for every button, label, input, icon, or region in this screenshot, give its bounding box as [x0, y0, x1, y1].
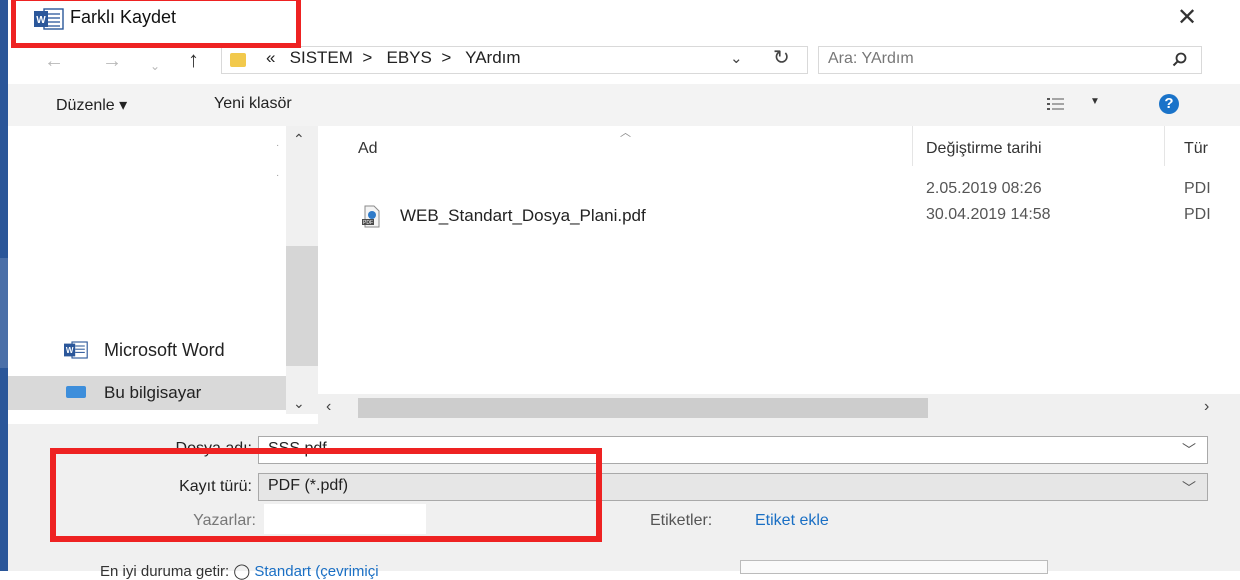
scrollbar-thumb[interactable] — [286, 246, 318, 366]
file-modified: 2.05.2019 08:26 — [926, 180, 1042, 197]
pdf-file-icon: PDF — [362, 205, 380, 228]
file-type: PDI — [1184, 180, 1211, 197]
arrow-right-icon[interactable]: → — [102, 49, 122, 73]
chevron-down-icon[interactable]: ﹀ — [1182, 440, 1196, 460]
chevron-up-icon[interactable]: ⌃ — [293, 131, 305, 148]
chevron-down-icon[interactable]: ▼ — [1090, 96, 1100, 107]
new-folder-button[interactable]: Yeni klasör — [214, 95, 292, 113]
svg-text:PDF: PDF — [363, 220, 373, 226]
optimize-label: En iyi duruma getir: — [100, 563, 230, 580]
annotation-highlight-form — [50, 448, 602, 542]
breadcrumb-overflow[interactable]: « — [266, 48, 275, 67]
folder-icon — [230, 53, 246, 67]
column-divider[interactable] — [912, 126, 913, 166]
chevron-down-icon[interactable]: ⌄ — [293, 395, 305, 412]
column-header-modified[interactable]: Değiştirme tarihi — [926, 140, 1042, 158]
navigation-pane — [8, 126, 286, 414]
chevron-right-icon[interactable]: › — [1204, 398, 1209, 416]
optimize-row: En iyi duruma getir: ◯ Standart (çevrimi… — [100, 562, 379, 580]
chevron-down-icon[interactable]: ⌄ — [150, 54, 160, 78]
word-icon: W — [64, 341, 88, 359]
window-left-edge — [0, 0, 8, 571]
scrollbar-thumb[interactable] — [358, 398, 928, 418]
column-header-type[interactable]: Tür — [1184, 140, 1208, 158]
radio-button[interactable]: ◯ — [233, 563, 250, 580]
computer-icon — [66, 386, 86, 398]
breadcrumb-item[interactable]: YArdım — [465, 48, 520, 67]
search-icon[interactable] — [1172, 52, 1188, 68]
breadcrumb-item[interactable]: EBYS — [387, 48, 432, 67]
arrow-up-icon[interactable]: ↑ — [188, 48, 199, 72]
chevron-left-icon[interactable]: ‹ — [326, 398, 331, 416]
breadcrumb-separator: > — [441, 48, 452, 67]
breadcrumb-separator: > — [362, 48, 373, 67]
file-name[interactable]: WEB_Standart_Dosya_Plani.pdf — [400, 206, 646, 226]
annotation-highlight-title — [11, 0, 301, 48]
view-options-icon[interactable] — [1046, 96, 1066, 112]
organize-button[interactable]: Düzenle ▾ — [56, 95, 127, 115]
file-modified: 30.04.2019 14:58 — [926, 206, 1051, 223]
column-divider[interactable] — [1164, 126, 1165, 166]
svg-text:W: W — [66, 346, 74, 355]
column-header-name[interactable]: Ad — [358, 140, 378, 158]
arrow-left-icon[interactable]: ← — [44, 49, 64, 73]
breadcrumb-item[interactable]: SISTEM — [290, 48, 353, 67]
optimize-option[interactable]: Standart (çevrimiçi — [254, 563, 378, 580]
chevron-down-icon[interactable]: ﹀ — [1182, 478, 1196, 498]
pane-dot: · — [276, 140, 280, 151]
nav-item-this-pc[interactable]: Bu bilgisayar — [104, 383, 201, 403]
breadcrumb: « SISTEM > EBYS > YArdım — [266, 48, 521, 68]
refresh-icon[interactable]: ↻ — [773, 45, 790, 70]
save-button[interactable] — [740, 560, 1048, 574]
file-type: PDI — [1184, 206, 1211, 223]
add-tag-link[interactable]: Etiket ekle — [755, 512, 829, 530]
nav-item-microsoft-word[interactable]: Microsoft Word — [104, 340, 225, 361]
close-icon[interactable]: ✕ — [1177, 4, 1197, 32]
sort-indicator-icon: ︿ — [620, 127, 631, 139]
pane-dot: · — [276, 170, 280, 181]
search-placeholder: Ara: YArdım — [828, 50, 914, 67]
help-icon[interactable]: ? — [1159, 94, 1179, 114]
chevron-down-icon[interactable]: ⌄ — [730, 49, 743, 67]
tags-label: Etiketler: — [650, 512, 713, 529]
